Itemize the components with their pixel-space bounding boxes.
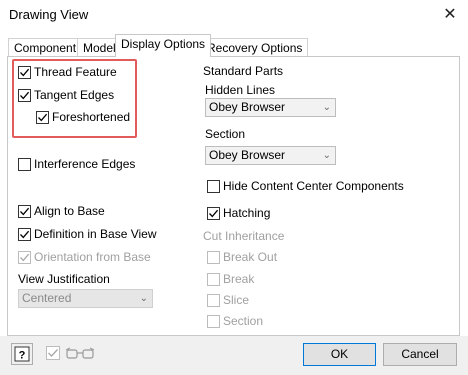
break-label: Break — [223, 272, 255, 286]
align-to-base-checkbox[interactable] — [18, 205, 31, 218]
foreshortened-label: Foreshortened — [52, 110, 131, 124]
definition-in-base-view-checkbox[interactable] — [18, 228, 31, 241]
tab-recovery-options[interactable]: Recovery Options — [201, 38, 309, 56]
hidden-lines-label: Hidden Lines — [205, 83, 276, 97]
tangent-edges-label: Tangent Edges — [34, 88, 115, 102]
orientation-from-base-label: Orientation from Base — [34, 250, 151, 264]
definition-in-base-view-label: Definition in Base View — [34, 227, 157, 241]
hatching-checkbox[interactable] — [207, 207, 220, 220]
hide-content-center-label: Hide Content Center Components — [223, 179, 404, 193]
standard-parts-label: Standard Parts — [203, 64, 284, 78]
close-icon[interactable]: ✕ — [440, 5, 460, 25]
glasses-icon — [64, 344, 96, 365]
window-title: Drawing View — [9, 7, 89, 22]
view-justification-select[interactable]: Centered ⌄ — [18, 289, 153, 308]
chevron-down-icon: ⌄ — [139, 293, 148, 304]
cut-section-checkbox[interactable] — [207, 315, 220, 328]
cut-inheritance-label: Cut Inheritance — [203, 229, 285, 243]
tab-component[interactable]: Component — [8, 38, 83, 56]
preview-checkbox[interactable] — [46, 346, 60, 363]
help-button[interactable]: ? — [11, 343, 33, 365]
hatching-label: Hatching — [223, 206, 271, 220]
hidden-lines-value: Obey Browser — [209, 100, 286, 114]
chevron-down-icon: ⌄ — [322, 102, 331, 113]
help-icon: ? — [14, 346, 30, 362]
cut-section-label: Section — [223, 314, 264, 328]
section-value: Obey Browser — [209, 148, 286, 162]
section-label: Section — [205, 127, 246, 141]
break-out-checkbox[interactable] — [207, 251, 220, 264]
hide-content-center-checkbox[interactable] — [207, 180, 220, 193]
chevron-down-icon: ⌄ — [322, 150, 331, 161]
view-justification-label: View Justification — [18, 272, 110, 286]
foreshortened-checkbox[interactable] — [36, 111, 49, 124]
section-select[interactable]: Obey Browser ⌄ — [205, 146, 336, 165]
cancel-button[interactable]: Cancel — [383, 343, 457, 366]
view-justification-value: Centered — [22, 291, 72, 305]
hidden-lines-select[interactable]: Obey Browser ⌄ — [205, 98, 336, 117]
tab-display-options[interactable]: Display Options — [115, 34, 212, 57]
break-checkbox[interactable] — [207, 273, 220, 286]
slice-label: Slice — [223, 293, 250, 307]
tangent-edges-checkbox[interactable] — [18, 89, 31, 102]
align-to-base-label: Align to Base — [34, 204, 105, 218]
ok-button[interactable]: OK — [303, 343, 376, 366]
interference-edges-label: Interference Edges — [34, 157, 136, 171]
orientation-from-base-checkbox[interactable] — [18, 251, 31, 264]
svg-text:?: ? — [19, 350, 26, 362]
interference-edges-checkbox[interactable] — [18, 158, 31, 171]
slice-checkbox[interactable] — [207, 294, 220, 307]
break-out-label: Break Out — [223, 250, 278, 264]
thread-feature-checkbox[interactable] — [18, 66, 31, 79]
thread-feature-label: Thread Feature — [34, 65, 117, 79]
